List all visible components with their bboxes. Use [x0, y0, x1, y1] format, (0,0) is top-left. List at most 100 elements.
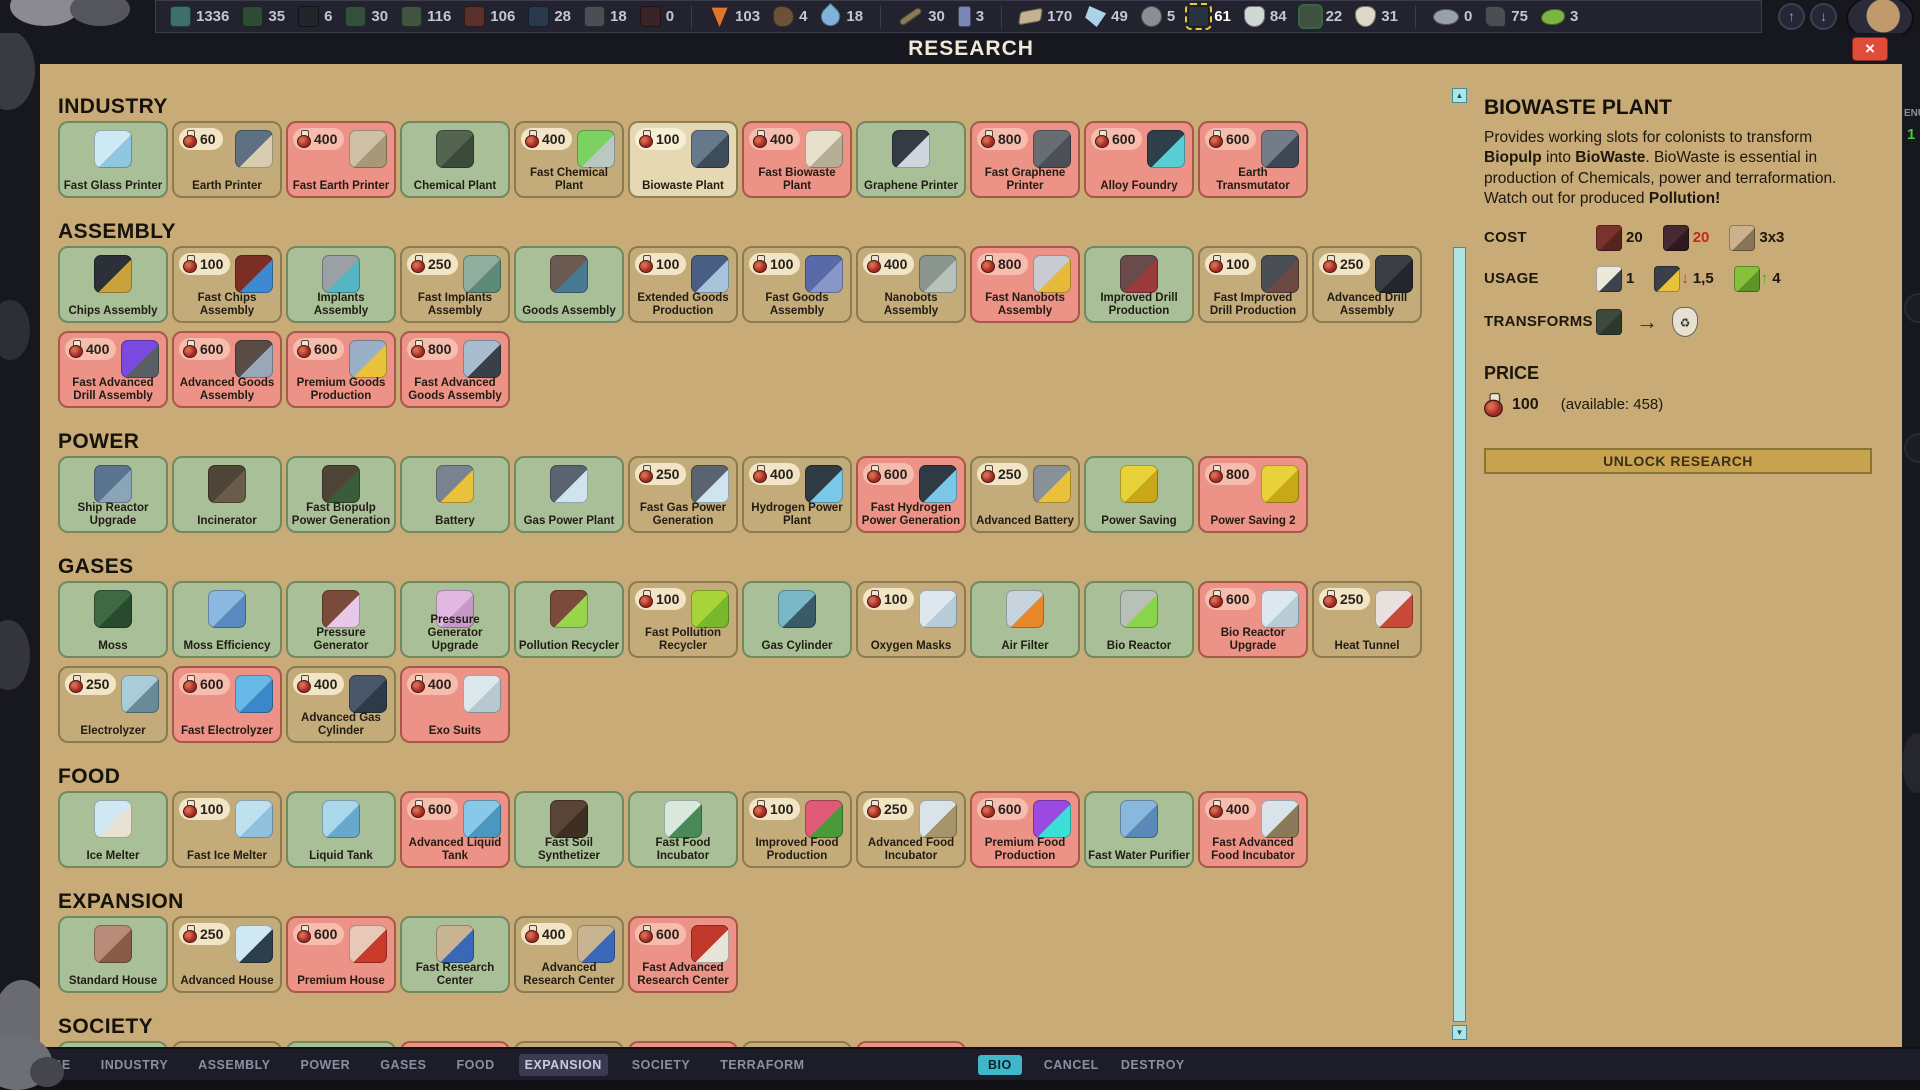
research-card-fast-pollution-recycler[interactable]: 100Fast Pollution Recycler [628, 581, 738, 658]
research-card-biowaste-plant[interactable]: 100Biowaste Plant [628, 121, 738, 198]
detail-panel: BIOWASTE PLANT Provides working slots fo… [1474, 64, 1898, 1047]
research-card-fast-implants-assembly[interactable]: 250Fast Implants Assembly [400, 246, 510, 323]
research-card-advanced-liquid-tank[interactable]: 600Advanced Liquid Tank [400, 791, 510, 868]
research-card-premium-goods-production[interactable]: 600Premium Goods Production [286, 331, 396, 408]
research-flask-icon [1209, 255, 1223, 273]
research-card-heat-tunnel[interactable]: 250Heat Tunnel [1312, 581, 1422, 658]
research-card-air-filter[interactable]: Air Filter [970, 581, 1080, 658]
research-card-earth-transmutator[interactable]: 600Earth Transmutator [1198, 121, 1308, 198]
research-card-advanced-battery[interactable]: 250Advanced Battery [970, 456, 1080, 533]
research-card-electrolyzer[interactable]: 250Electrolyzer [58, 666, 168, 743]
research-card-fast-graphene-printer[interactable]: 800Fast Graphene Printer [970, 121, 1080, 198]
research-card-nanobots-assembly[interactable]: 400Nanobots Assembly [856, 246, 966, 323]
research-card-fast-improved-drill-production[interactable]: 100Fast Improved Drill Production [1198, 246, 1308, 323]
research-card-fast-nanobots-assembly[interactable]: 800Fast Nanobots Assembly [970, 246, 1080, 323]
research-card-ship-reactor-upgrade[interactable]: Ship Reactor Upgrade [58, 456, 168, 533]
research-card-earth-printer[interactable]: 60Earth Printer [172, 121, 282, 198]
scroll-up-button[interactable]: ↑ [1778, 3, 1805, 30]
destroy-button[interactable]: DESTROY [1121, 1058, 1185, 1072]
tab-gases[interactable]: GASES [374, 1054, 432, 1076]
research-card-liquid-tank[interactable]: Liquid Tank [286, 791, 396, 868]
research-card-label: Goods Assembly [516, 305, 622, 318]
research-card-fast-chemical-plant[interactable]: 400Fast Chemical Plant [514, 121, 624, 198]
tab-assembly[interactable]: ASSEMBLY [192, 1054, 276, 1076]
cancel-button[interactable]: CANCEL [1044, 1058, 1099, 1072]
research-card-advanced-goods-assembly[interactable]: 600Advanced Goods Assembly [172, 331, 282, 408]
research-card-oxygen-masks[interactable]: 100Oxygen Masks [856, 581, 966, 658]
research-card-moss[interactable]: Moss [58, 581, 168, 658]
tab-terraform[interactable]: TERRAFORM [714, 1054, 810, 1076]
research-card-fast-biowaste-plant[interactable]: 400Fast Biowaste Plant [742, 121, 852, 198]
research-card-chips-assembly[interactable]: Chips Assembly [58, 246, 168, 323]
research-card-fast-advanced-goods-assembly[interactable]: 800Fast Advanced Goods Assembly [400, 331, 510, 408]
research-card-pollution-recycler[interactable]: Pollution Recycler [514, 581, 624, 658]
research-card-fast-biopulp-power-generation[interactable]: Fast Biopulp Power Generation [286, 456, 396, 533]
scrollbar-down-icon[interactable]: ▼ [1452, 1025, 1467, 1040]
research-cost-badge: 100 [179, 253, 230, 275]
research-card-label: Premium House [288, 975, 394, 988]
research-card-label: Fast Advanced Goods Assembly [402, 377, 508, 403]
research-card-power-saving-2[interactable]: 800Power Saving 2 [1198, 456, 1308, 533]
research-card-fast-advanced-food-incubator[interactable]: 400Fast Advanced Food Incubator [1198, 791, 1308, 868]
research-card-fast-soil-synthetizer[interactable]: Fast Soil Synthetizer [514, 791, 624, 868]
scrollbar-up-icon[interactable]: ▲ [1452, 88, 1467, 103]
research-card-fast-chips-assembly[interactable]: 100Fast Chips Assembly [172, 246, 282, 323]
research-card-gas-cylinder[interactable]: Gas Cylinder [742, 581, 852, 658]
close-button[interactable]: × [1852, 37, 1888, 61]
unlock-research-button[interactable]: UNLOCK RESEARCH [1484, 448, 1872, 474]
research-card-advanced-drill-assembly[interactable]: 250Advanced Drill Assembly [1312, 246, 1422, 323]
research-flask-icon [1209, 590, 1223, 608]
research-card-fast-gas-power-generation[interactable]: 250Fast Gas Power Generation [628, 456, 738, 533]
research-card-pressure-generator[interactable]: Pressure Generator [286, 581, 396, 658]
research-card-standard-house[interactable]: Standard House [58, 916, 168, 993]
research-card-fast-goods-assembly[interactable]: 100Fast Goods Assembly [742, 246, 852, 323]
research-card-hydrogen-power-plant[interactable]: 400Hydrogen Power Plant [742, 456, 852, 533]
research-cost-value: 100 [656, 256, 679, 272]
research-card-battery[interactable]: Battery [400, 456, 510, 533]
research-card-fast-glass-printer[interactable]: Fast Glass Printer [58, 121, 168, 198]
research-cost-badge: 400 [749, 463, 800, 485]
research-card-alloy-foundry[interactable]: 600Alloy Foundry [1084, 121, 1194, 198]
research-card-fast-research-center[interactable]: Fast Research Center [400, 916, 510, 993]
research-card-fast-ice-melter[interactable]: 100Fast Ice Melter [172, 791, 282, 868]
scrollbar-thumb[interactable] [1453, 247, 1466, 1022]
research-card-exo-suits[interactable]: 400Exo Suits [400, 666, 510, 743]
research-card-chemical-plant[interactable]: Chemical Plant [400, 121, 510, 198]
research-card-pressure-generator-upgrade[interactable]: Pressure Generator Upgrade [400, 581, 510, 658]
scroll-down-button[interactable]: ↓ [1810, 3, 1837, 30]
research-card-ice-melter[interactable]: Ice Melter [58, 791, 168, 868]
research-card-moss-efficiency[interactable]: Moss Efficiency [172, 581, 282, 658]
bio-button[interactable]: BIO [978, 1055, 1022, 1075]
research-card-bio-reactor-upgrade[interactable]: 600Bio Reactor Upgrade [1198, 581, 1308, 658]
research-card-incinerator[interactable]: Incinerator [172, 456, 282, 533]
fast-hydrogen-power-generation-icon [919, 465, 957, 503]
research-card-improved-food-production[interactable]: 100Improved Food Production [742, 791, 852, 868]
research-card-advanced-research-center[interactable]: 400Advanced Research Center [514, 916, 624, 993]
tab-expansion[interactable]: EXPANSION [519, 1054, 608, 1076]
research-card-advanced-house[interactable]: 250Advanced House [172, 916, 282, 993]
research-card-graphene-printer[interactable]: Graphene Printer [856, 121, 966, 198]
research-card-fast-hydrogen-power-generation[interactable]: 600Fast Hydrogen Power Generation [856, 456, 966, 533]
tab-industry[interactable]: INDUSTRY [95, 1054, 174, 1076]
research-card-fast-advanced-research-center[interactable]: 600Fast Advanced Research Center [628, 916, 738, 993]
research-card-extended-goods-production[interactable]: 100Extended Goods Production [628, 246, 738, 323]
research-card-advanced-food-incubator[interactable]: 250Advanced Food Incubator [856, 791, 966, 868]
research-card-advanced-gas-cylinder[interactable]: 400Advanced Gas Cylinder [286, 666, 396, 743]
research-card-fast-electrolyzer[interactable]: 600Fast Electrolyzer [172, 666, 282, 743]
research-card-gas-power-plant[interactable]: Gas Power Plant [514, 456, 624, 533]
research-card-goods-assembly[interactable]: Goods Assembly [514, 246, 624, 323]
research-card-fast-advanced-drill-assembly[interactable]: 400Fast Advanced Drill Assembly [58, 331, 168, 408]
research-card-implants-assembly[interactable]: Implants Assembly [286, 246, 396, 323]
research-card-premium-food-production[interactable]: 600Premium Food Production [970, 791, 1080, 868]
research-card-bio-reactor[interactable]: Bio Reactor [1084, 581, 1194, 658]
research-card-premium-house[interactable]: 600Premium House [286, 916, 396, 993]
research-card-fast-food-incubator[interactable]: Fast Food Incubator [628, 791, 738, 868]
research-card-fast-earth-printer[interactable]: 400Fast Earth Printer [286, 121, 396, 198]
research-card-improved-drill-production[interactable]: Improved Drill Production [1084, 246, 1194, 323]
research-card-fast-water-purifier[interactable]: Fast Water Purifier [1084, 791, 1194, 868]
research-flask-icon [1484, 393, 1503, 417]
research-card-power-saving[interactable]: Power Saving [1084, 456, 1194, 533]
tab-power[interactable]: POWER [294, 1054, 356, 1076]
tab-society[interactable]: SOCIETY [626, 1054, 696, 1076]
tab-food[interactable]: FOOD [450, 1054, 500, 1076]
